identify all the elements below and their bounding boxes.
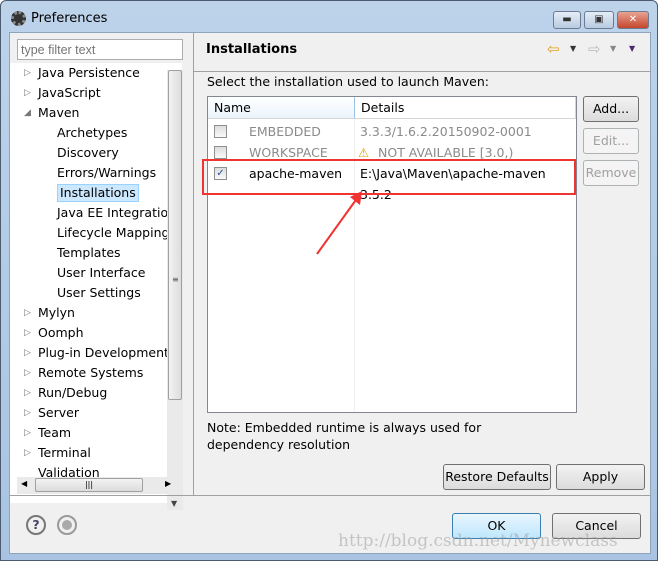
tree-item-label: Lifecycle Mapping — [57, 225, 170, 240]
tree-item[interactable]: ▷ Oomph — [24, 324, 84, 342]
collapsed-icon[interactable]: ▷ — [24, 344, 34, 362]
page-title: Installations — [206, 42, 298, 57]
tree-item-label: Errors/Warnings — [57, 165, 157, 180]
tree-item[interactable]: Java EE Integration — [57, 204, 176, 222]
tree-item-label: User Settings — [57, 285, 141, 300]
tree-item-label: Oomph — [38, 325, 84, 340]
filter-input[interactable] — [17, 39, 183, 60]
description: Select the installation used to launch M… — [207, 74, 489, 89]
row-checkbox[interactable] — [214, 125, 227, 138]
preference-tree: ▷ Java Persistence ▷ JavaScript ◢ Maven Archet… — [10, 63, 182, 503]
tree-item[interactable]: ◢ Maven — [24, 104, 80, 122]
edit-button[interactable]: Edit... — [583, 128, 639, 154]
annotation-arrow-icon — [316, 191, 362, 255]
scroll-right-icon[interactable]: ▶ — [165, 479, 171, 488]
scroll-left-icon[interactable]: ◀ — [21, 479, 27, 488]
tree-item[interactable]: Errors/Warnings — [57, 164, 156, 182]
installations-table: Name Details EMBEDDED 3.3.3/1.6.2.201509… — [207, 96, 577, 413]
tree-item-label: Archetypes — [57, 125, 128, 140]
tree-item-label: Discovery — [57, 145, 119, 160]
tree-vertical-scrollbar[interactable]: ≡ ▼ — [167, 70, 183, 510]
note-text: Note: Embedded runtime is always used fo… — [207, 420, 482, 452]
collapsed-icon[interactable]: ▷ — [24, 304, 34, 322]
tree-item-label: Team — [38, 425, 72, 440]
tree-item[interactable]: ▷ Plug-in Development — [24, 344, 169, 362]
tree-item-label: Plug-in Development — [38, 345, 169, 360]
footer-separator — [10, 495, 651, 496]
collapsed-icon[interactable]: ▷ — [24, 364, 34, 382]
collapsed-icon[interactable]: ▷ — [24, 84, 34, 102]
scroll-down-icon[interactable]: ▼ — [171, 499, 177, 508]
tree-item[interactable]: Archetypes — [57, 124, 127, 142]
tree-item[interactable]: ▷ Server — [24, 404, 79, 422]
watermark: http://blog.csdn.net/Mynewclass — [338, 531, 618, 551]
window-title: Preferences — [31, 11, 108, 26]
back-arrow-icon[interactable]: ⇦ — [547, 40, 560, 58]
import-export-icon[interactable] — [57, 515, 77, 535]
tree-item[interactable]: Lifecycle Mapping — [57, 224, 169, 242]
tree-item[interactable]: ▷ Java Persistence — [24, 64, 140, 82]
tree-item-label: JavaScript — [38, 85, 101, 100]
eclipse-gear-icon — [11, 11, 26, 26]
dialog-client: ▷ Java Persistence ▷ JavaScript ◢ Maven Archet… — [9, 32, 651, 554]
tree-item-label: Java EE Integration — [57, 205, 177, 220]
column-header-name[interactable]: Name — [208, 97, 355, 119]
tree-item-label: User Interface — [57, 265, 146, 280]
collapsed-icon[interactable]: ▷ — [24, 384, 34, 402]
highlight-annotation — [202, 159, 576, 195]
scroll-thumb[interactable]: ≡ — [168, 70, 182, 400]
table-row[interactable]: EMBEDDED 3.3.3/1.6.2.20150902-0001 — [208, 121, 576, 142]
tree-item[interactable]: Templates — [57, 244, 121, 262]
forward-menu-icon[interactable]: ▼ — [610, 44, 616, 53]
tree-item[interactable]: User Interface — [57, 264, 145, 282]
remove-button[interactable]: Remove — [583, 160, 639, 186]
preferences-window: Preferences ▬ ▣ ✕ ▷ Java Persistence ▷ Java… — [0, 0, 658, 561]
add-button[interactable]: Add... — [583, 96, 639, 122]
back-menu-icon[interactable]: ▼ — [570, 44, 576, 53]
header-separator — [194, 71, 651, 72]
tree-item-label: Terminal — [38, 445, 91, 460]
forward-arrow-icon[interactable]: ⇨ — [588, 40, 601, 58]
row-name: EMBEDDED — [249, 124, 321, 139]
tree-item[interactable]: ▷ Remote Systems — [24, 364, 144, 382]
tree-item-label: Java Persistence — [38, 65, 140, 80]
tree-item-label: Run/Debug — [38, 385, 108, 400]
tree-item[interactable]: User Settings — [57, 284, 141, 302]
collapsed-icon[interactable]: ▷ — [24, 424, 34, 442]
collapsed-icon[interactable]: ▷ — [24, 404, 34, 422]
view-menu-icon[interactable]: ▼ — [629, 44, 635, 53]
tree-item-label: Server — [38, 405, 79, 420]
restore-defaults-button[interactable]: Restore Defaults — [443, 464, 551, 490]
row-checkbox[interactable] — [214, 146, 227, 159]
help-icon[interactable]: ? — [26, 515, 46, 535]
minimize-button[interactable]: ▬ — [553, 11, 581, 29]
expanded-icon[interactable]: ◢ — [24, 104, 34, 122]
close-button[interactable]: ✕ — [617, 11, 649, 29]
tree-item[interactable]: Discovery — [57, 144, 119, 162]
collapsed-icon[interactable]: ▷ — [24, 444, 34, 462]
tree-item-label: Installations — [60, 185, 136, 200]
apply-button[interactable]: Apply — [556, 464, 645, 490]
hscroll-thumb[interactable]: ||| — [35, 478, 143, 492]
column-header-details[interactable]: Details — [355, 97, 576, 119]
tree-horizontal-scrollbar[interactable]: ◀ ||| ▶ — [17, 477, 183, 494]
tree-item-label: Maven — [38, 105, 80, 120]
maximize-button[interactable]: ▣ — [584, 11, 614, 29]
row-details: 3.3.3/1.6.2.20150902-0001 — [360, 124, 532, 139]
tree-item[interactable]: Installations — [57, 184, 139, 202]
tree-item-label: Mylyn — [38, 305, 75, 320]
sash[interactable] — [193, 33, 194, 495]
tree-item-label: Remote Systems — [38, 365, 144, 380]
tree-item-label: Templates — [57, 245, 121, 260]
collapsed-icon[interactable]: ▷ — [24, 324, 34, 342]
tree-item[interactable]: ▷ Mylyn — [24, 304, 75, 322]
collapsed-icon[interactable]: ▷ — [24, 64, 34, 82]
tree-item[interactable]: ▷ Team — [24, 424, 72, 442]
tree-item[interactable]: ▷ JavaScript — [24, 84, 101, 102]
tree-item[interactable]: ▷ Run/Debug — [24, 384, 108, 402]
tree-item[interactable]: ▷ Terminal — [24, 444, 91, 462]
